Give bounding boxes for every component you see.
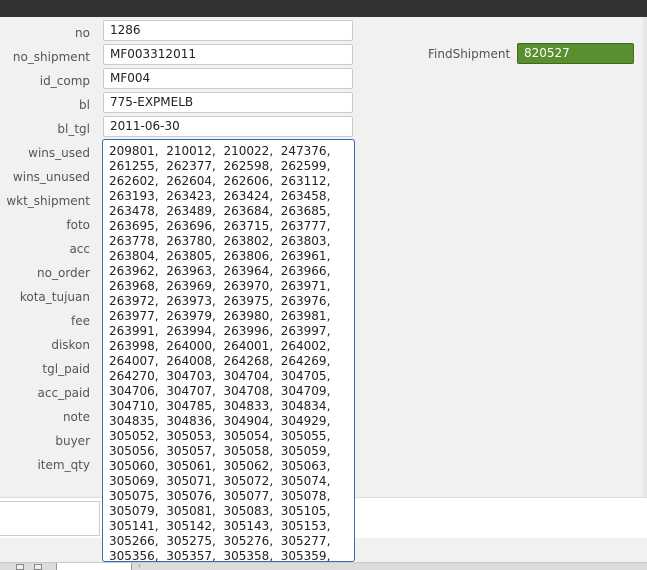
label-no-shipment: no_shipment [12,50,90,64]
label-note: note [62,410,90,424]
no-shipment-field[interactable]: MF003312011 [103,44,353,65]
label-diskon: diskon [51,338,90,352]
id-comp-field[interactable]: MF004 [103,68,353,89]
bl-field[interactable]: 775-EXPMELB [103,92,353,113]
bl-tgl-field[interactable]: 2011-06-30 [103,116,353,137]
find-shipment-label: FindShipment [428,47,511,61]
label-item-qty: item_qty [37,458,90,472]
label-foto: foto [66,218,90,232]
page-scrollbar[interactable] [643,17,647,497]
label-bl: bl [79,98,90,112]
label-wkt-shipment: wkt_shipment [6,194,90,208]
label-bl-tgl: bl_tgl [57,122,90,136]
label-id-comp: id_comp [39,74,90,88]
label-acc: acc [69,242,90,256]
status-icon-2[interactable] [34,564,42,570]
label-fee: fee [71,314,90,328]
no-field[interactable]: 1286 [103,20,353,41]
label-no: no [75,26,90,40]
footer-button[interactable] [0,501,100,536]
label-wins-used: wins_used [28,146,90,160]
label-acc-paid: acc_paid [37,386,90,400]
label-kota-tujuan: kota_tujuan [19,290,90,304]
find-shipment-input[interactable]: 820527 [517,43,634,64]
label-buyer: buyer [55,434,90,448]
label-tgl-paid: tgl_paid [42,362,90,376]
label-wins-unused: wins_unused [12,170,90,184]
top-bar [0,0,647,17]
status-icon-1[interactable] [16,564,24,570]
label-no-order: no_order [37,266,90,280]
wins-used-textarea[interactable]: 209801, 210012, 210022, 247376, 261255, … [102,139,355,562]
